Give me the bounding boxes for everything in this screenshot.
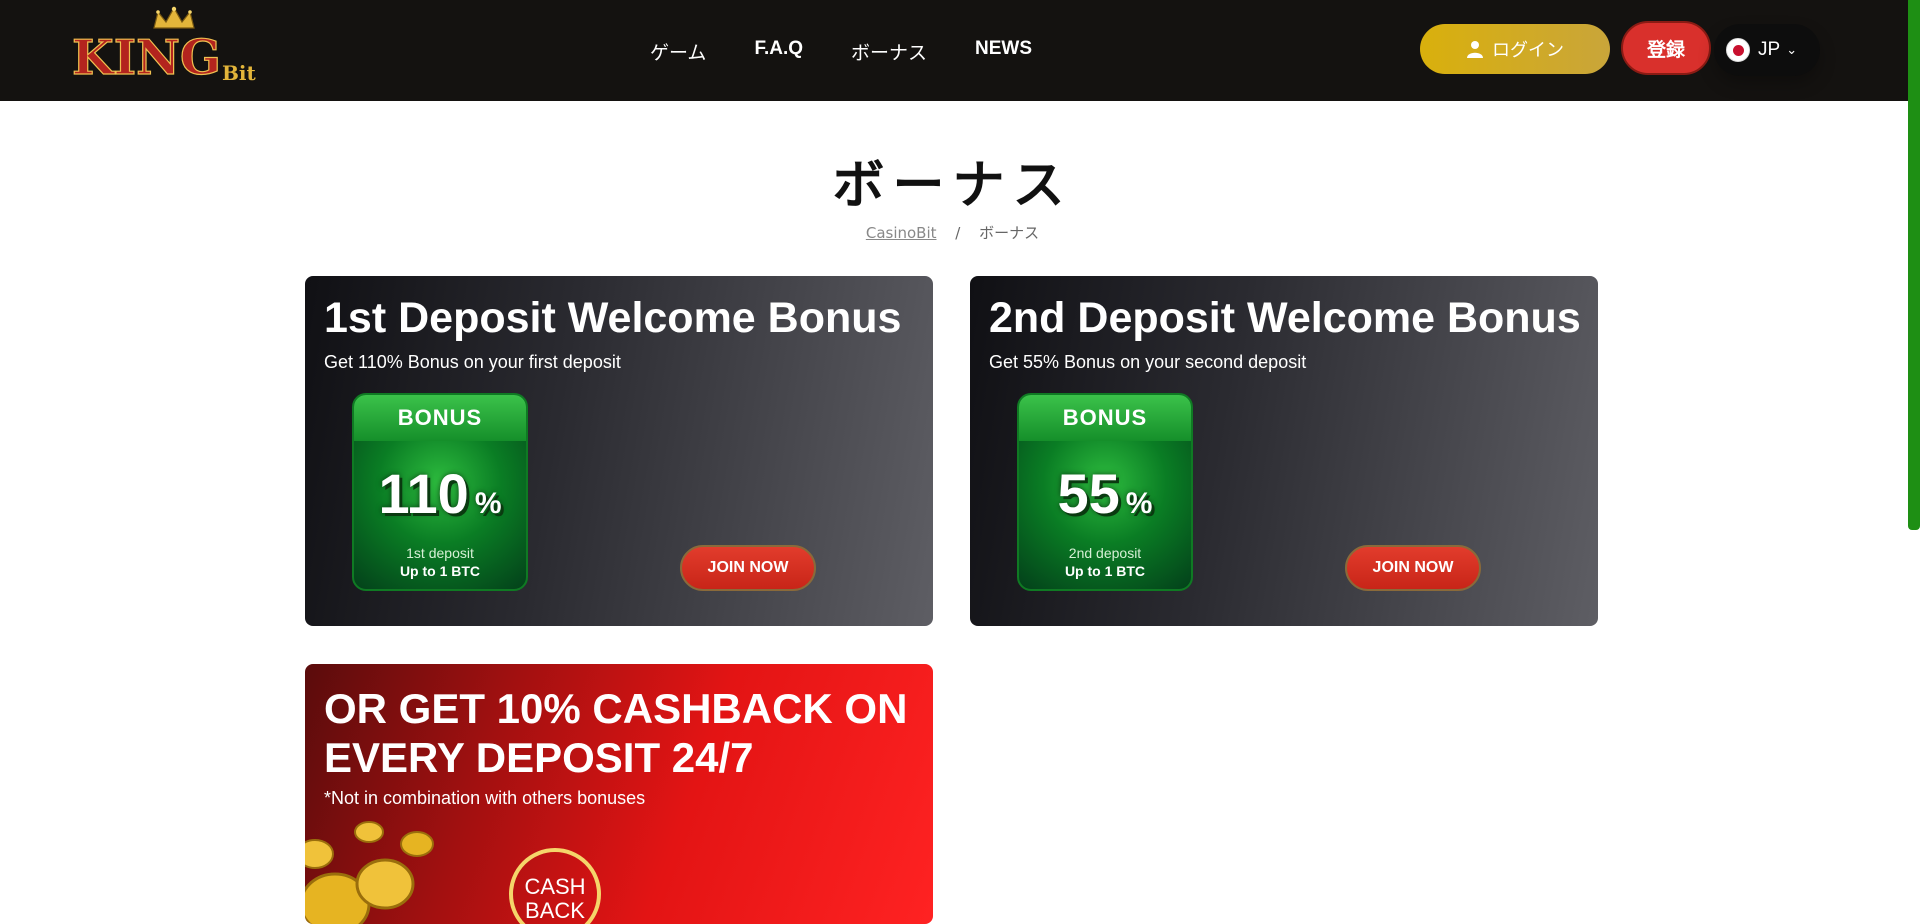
language-selector[interactable]: JP ⌄ bbox=[1714, 24, 1820, 76]
bonus-badge-line2: Up to 1 BTC bbox=[399, 563, 481, 579]
page-title: ボーナス bbox=[832, 156, 1073, 216]
bonus-card-subtitle: Get 55% Bonus on your second deposit bbox=[989, 352, 1307, 372]
bonus-badge-percent: 110% bbox=[378, 462, 502, 525]
join-now-button[interactable]: JOIN NOW bbox=[1345, 545, 1481, 591]
breadcrumb-current: ボーナス bbox=[979, 224, 1040, 242]
nav-faq[interactable]: F.A.Q bbox=[754, 38, 803, 65]
chevron-down-icon: ⌄ bbox=[1786, 42, 1798, 57]
user-icon bbox=[1467, 41, 1483, 58]
cashback-subtitle: *Not in combination with others bonuses bbox=[324, 788, 646, 808]
bonus-badge: BONUS 55% 2nd deposit Up to 1 BTC bbox=[1017, 393, 1193, 591]
bonus-badge-label: BONUS bbox=[1019, 395, 1191, 441]
breadcrumb-separator: / bbox=[955, 224, 961, 242]
second-deposit-bonus-card: 2nd Deposit Welcome Bonus Get 55% Bonus … bbox=[970, 276, 1598, 626]
scrollbar[interactable] bbox=[1908, 0, 1920, 530]
bonus-card-title: 2nd Deposit Welcome Bonus bbox=[989, 294, 1581, 342]
bonus-card-title: 1st Deposit Welcome Bonus bbox=[324, 294, 902, 342]
login-label: ログイン bbox=[1492, 40, 1564, 61]
nav-games[interactable]: ゲーム bbox=[650, 38, 706, 65]
site-header: KING Bit ゲーム F.A.Q ボーナス NEWS ログイン 登録 JP … bbox=[0, 0, 1920, 101]
join-now-button[interactable]: JOIN NOW bbox=[680, 545, 816, 591]
crown-icon bbox=[153, 6, 195, 29]
kingbit-logo[interactable]: KING Bit bbox=[70, 6, 270, 90]
svg-text:KING: KING bbox=[72, 30, 221, 86]
cashback-title: OR GET 10% CASHBACK ON EVERY DEPOSIT 24/… bbox=[324, 685, 908, 781]
svg-text:BACK: BACK bbox=[525, 898, 585, 923]
breadcrumb-home-link[interactable]: CasinoBit bbox=[866, 224, 937, 242]
login-button[interactable]: ログイン bbox=[1420, 24, 1610, 74]
bonus-badge: BONUS 110% 1st deposit Up to 1 BTC bbox=[352, 393, 528, 591]
bonus-badge-line1: 2nd deposit bbox=[1068, 545, 1142, 561]
first-deposit-bonus-card: 1st Deposit Welcome Bonus Get 110% Bonus… bbox=[305, 276, 933, 626]
breadcrumb: CasinoBit / ボーナス bbox=[0, 222, 1905, 243]
cashback-card: CASH BACK OR GET 10% CASHBACK ON EVERY D… bbox=[305, 664, 933, 924]
language-code: JP bbox=[1758, 39, 1781, 60]
register-button[interactable]: 登録 bbox=[1621, 21, 1711, 75]
cashback-badge-icon: CASH BACK bbox=[509, 848, 601, 924]
bonus-card-subtitle: Get 110% Bonus on your first deposit bbox=[324, 352, 621, 372]
nav-news[interactable]: NEWS bbox=[975, 38, 1032, 65]
bonus-badge-line2: Up to 1 BTC bbox=[1064, 563, 1146, 579]
bonus-badge-label: BONUS bbox=[354, 395, 526, 441]
main-nav: ゲーム F.A.Q ボーナス NEWS bbox=[650, 38, 1080, 65]
nav-bonus[interactable]: ボーナス bbox=[851, 38, 927, 65]
svg-text:CASH: CASH bbox=[524, 874, 585, 899]
japan-flag-icon bbox=[1726, 38, 1750, 62]
svg-text:Bit: Bit bbox=[222, 61, 257, 85]
bonus-badge-percent: 55% bbox=[1057, 462, 1153, 525]
bonus-badge-line1: 1st deposit bbox=[406, 545, 474, 561]
